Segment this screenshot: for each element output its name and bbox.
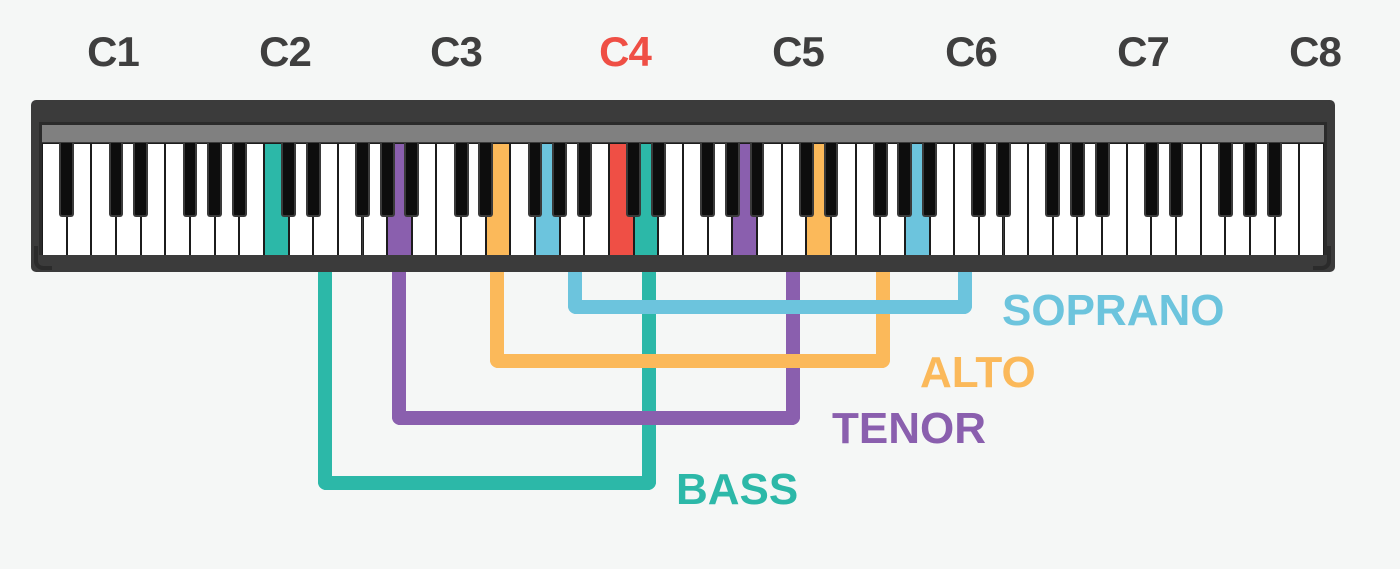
piano-key-asharp7[interactable]	[1267, 143, 1283, 217]
piano-key-fsharp2[interactable]	[355, 143, 370, 217]
range-bracket-soprano	[568, 272, 972, 314]
octave-label-c3: C3	[430, 28, 483, 75]
range-label-bass: BASS	[676, 465, 799, 514]
piano-key-c8[interactable]	[1299, 143, 1324, 259]
piano-key-gsharp4[interactable]	[724, 143, 740, 217]
piano-key-gsharp7[interactable]	[1242, 143, 1258, 217]
piano-key-dsharp7[interactable]	[1168, 143, 1184, 217]
range-label-soprano: SOPRANO	[1002, 286, 1225, 335]
piano-key-csharp2[interactable]	[281, 143, 296, 217]
piano-key-asharp2[interactable]	[404, 143, 420, 217]
piano-key-csharp7[interactable]	[1144, 143, 1159, 217]
keys-container	[42, 143, 1324, 259]
piano-key-asharp6[interactable]	[1094, 143, 1110, 217]
octave-label-c1: C1	[87, 28, 140, 75]
keyboard-left-foot	[34, 246, 52, 270]
piano-key-gsharp3[interactable]	[552, 143, 568, 217]
range-label-alto: ALTO	[920, 348, 1036, 397]
piano-key-gsharp1[interactable]	[207, 143, 222, 217]
piano-key-dsharp6[interactable]	[996, 143, 1011, 217]
piano-key-asharp4[interactable]	[749, 143, 765, 217]
piano-key-dsharp1[interactable]	[133, 143, 148, 217]
octave-label-c5: C5	[772, 28, 825, 75]
piano-key-asharp5[interactable]	[922, 143, 937, 217]
octave-label-c4: C4	[599, 28, 652, 75]
piano-key-gsharp6[interactable]	[1070, 143, 1085, 217]
piano-key-gsharp2[interactable]	[379, 143, 395, 217]
piano-key-asharp3[interactable]	[576, 143, 592, 217]
piano-key-dsharp3[interactable]	[478, 143, 494, 217]
piano-key-fsharp7[interactable]	[1217, 143, 1233, 217]
piano-key-dsharp4[interactable]	[650, 143, 666, 217]
piano-key-fsharp3[interactable]	[527, 143, 543, 217]
piano-key-fsharp6[interactable]	[1045, 143, 1061, 217]
keyboard-top-strip	[39, 122, 1327, 142]
octave-label-c7: C7	[1117, 28, 1170, 75]
piano-key-csharp3[interactable]	[453, 143, 469, 217]
piano-key-csharp6[interactable]	[971, 143, 987, 217]
piano-key-dsharp5[interactable]	[823, 143, 839, 217]
octave-label-c2: C2	[259, 28, 312, 75]
piano-key-fsharp5[interactable]	[872, 143, 888, 217]
diagram-canvas: C1 C2 C3 C4 C5 C6 C7 C8 SOPRANO ALTO TENOR BASS	[0, 0, 1400, 569]
range-label-tenor: TENOR	[832, 404, 986, 453]
piano-key-dsharp2[interactable]	[305, 143, 321, 217]
octave-label-c6: C6	[945, 28, 998, 75]
octave-label-c8: C8	[1289, 28, 1342, 75]
piano-key-gsharp5[interactable]	[897, 143, 913, 217]
piano-key-asharp0[interactable]	[59, 143, 75, 217]
piano-key-csharp5[interactable]	[798, 143, 814, 217]
keyboard-right-foot	[1313, 246, 1331, 270]
piano-key-fsharp4[interactable]	[700, 143, 716, 217]
piano-key-csharp1[interactable]	[108, 143, 124, 217]
piano-keyboard	[31, 100, 1335, 272]
piano-key-asharp1[interactable]	[231, 143, 247, 217]
keyboard-front-rail	[39, 255, 1327, 267]
piano-key-fsharp1[interactable]	[182, 143, 198, 217]
piano-key-csharp4[interactable]	[626, 143, 642, 217]
